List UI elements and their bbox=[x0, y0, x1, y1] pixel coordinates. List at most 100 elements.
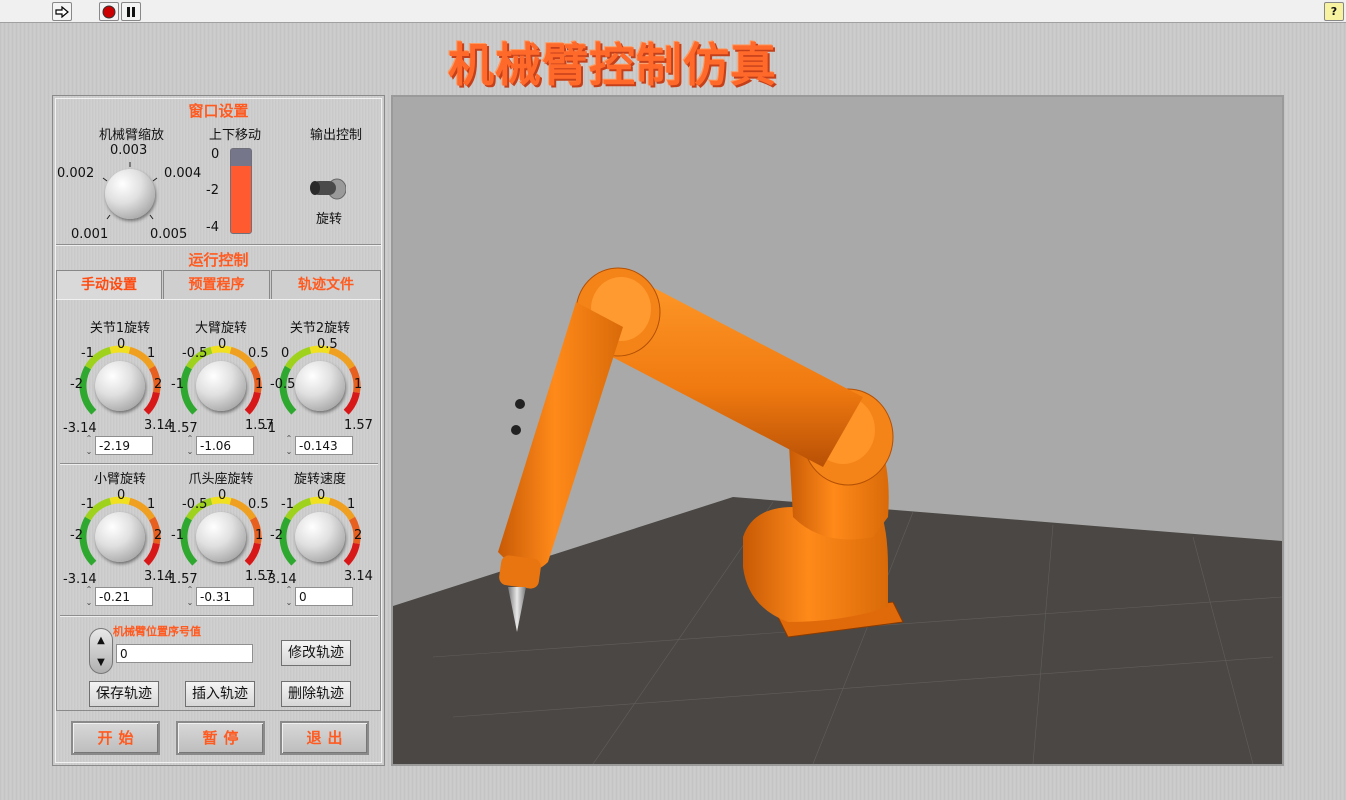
knob-tick: 0 bbox=[117, 337, 126, 352]
knob-tick: 0 bbox=[218, 488, 227, 503]
simulation-viewport[interactable] bbox=[391, 95, 1284, 766]
robot-arm-scene bbox=[393, 267, 1282, 764]
knob-tick: 1.57 bbox=[344, 418, 373, 433]
knob-tick: -2 bbox=[270, 528, 283, 543]
knob-tick: 0 bbox=[218, 337, 227, 352]
joint-knob[interactable] bbox=[196, 512, 246, 562]
position-index-label: 机械臂位置序号值 bbox=[113, 625, 201, 638]
value-spinner[interactable]: ⌃ ⌄ bbox=[83, 585, 95, 607]
knob-tick: 2 bbox=[354, 528, 363, 543]
knob-tick: -1 bbox=[281, 497, 294, 512]
joint-value-input[interactable]: -0.21 bbox=[95, 587, 153, 606]
delete-trajectory-button[interactable]: 删除轨迹 bbox=[281, 681, 351, 707]
page-title: 机械臂控制仿真 bbox=[448, 38, 777, 92]
knob-tick: -2 bbox=[70, 377, 83, 392]
knob-arc-segment bbox=[343, 391, 360, 415]
knob-arc-segment bbox=[244, 391, 261, 415]
value-spinner[interactable]: ⌃ ⌄ bbox=[83, 434, 95, 456]
knob-tick: 2 bbox=[154, 377, 163, 392]
knob-tick: 1 bbox=[147, 497, 156, 512]
value-spinner[interactable]: ⌃ ⌄ bbox=[184, 585, 196, 607]
output-toggle-switch[interactable] bbox=[306, 177, 346, 203]
joint-label: 爪头座旋转 bbox=[188, 472, 254, 487]
forearm bbox=[498, 302, 623, 571]
knob-tick: -1 bbox=[81, 497, 94, 512]
run-arrow-icon[interactable] bbox=[52, 2, 72, 21]
exit-button[interactable]: 退出 bbox=[280, 721, 369, 755]
zoom-knob[interactable] bbox=[105, 169, 155, 219]
value-spinner[interactable]: ⌃ ⌄ bbox=[184, 434, 196, 456]
knob-arc-segment bbox=[244, 542, 261, 566]
wrist bbox=[499, 555, 541, 589]
value-spinner[interactable]: ⌃ ⌄ bbox=[283, 434, 295, 456]
tab-preset[interactable]: 预置程序 bbox=[163, 270, 270, 300]
knob-tick: 1 bbox=[147, 346, 156, 361]
knob-tick: -2 bbox=[70, 528, 83, 543]
joint-knob[interactable] bbox=[95, 361, 145, 411]
knob-tick: -1 bbox=[171, 377, 184, 392]
joint-value-input[interactable]: -0.143 bbox=[295, 436, 353, 455]
knob-tick: 0.5 bbox=[317, 337, 338, 352]
tab-trajectory-file[interactable]: 轨迹文件 bbox=[271, 270, 381, 300]
knob-tick: -0.5 bbox=[270, 377, 296, 392]
output-switch-label: 旋转 bbox=[316, 212, 343, 227]
joint-value-input[interactable]: -1.06 bbox=[196, 436, 254, 455]
modify-trajectory-button[interactable]: 修改轨迹 bbox=[281, 640, 351, 666]
knob-tick: -0.5 bbox=[182, 497, 208, 512]
joint-value-input[interactable]: 0 bbox=[295, 587, 353, 606]
spin-down-icon[interactable]: ▼ bbox=[97, 657, 105, 668]
zoom-tick-1: 0.001 bbox=[71, 227, 109, 242]
help-button[interactable]: ? bbox=[1324, 2, 1344, 21]
position-index-input[interactable]: 0 bbox=[116, 644, 253, 663]
knob-arc-segment bbox=[180, 365, 198, 415]
joint-knob[interactable] bbox=[295, 361, 345, 411]
zoom-tick-3: 0.003 bbox=[110, 143, 148, 158]
joint-label: 大臂旋转 bbox=[194, 321, 247, 336]
knob-tick: 1 bbox=[255, 377, 264, 392]
joint-knob[interactable] bbox=[95, 512, 145, 562]
knob-tick: -1 bbox=[263, 421, 276, 436]
divider bbox=[60, 463, 378, 465]
window-settings-title: 窗口设置 bbox=[188, 102, 249, 120]
vertical-tick-4: -4 bbox=[206, 220, 219, 235]
zoom-tick-2: 0.002 bbox=[57, 166, 95, 181]
knob-tick: -1 bbox=[81, 346, 94, 361]
vertical-move-slider[interactable] bbox=[230, 148, 252, 234]
joint-knob[interactable] bbox=[295, 512, 345, 562]
joint-knob[interactable] bbox=[196, 361, 246, 411]
knob-arc-segment bbox=[143, 391, 160, 415]
knob-tick: 2 bbox=[154, 528, 163, 543]
output-control-label: 输出控制 bbox=[310, 128, 363, 143]
save-trajectory-button[interactable]: 保存轨迹 bbox=[89, 681, 159, 707]
zoom-tick-5: 0.005 bbox=[150, 227, 188, 242]
joint-value-input[interactable]: -2.19 bbox=[95, 436, 153, 455]
toolbar: ? bbox=[0, 0, 1346, 23]
knob-arc-segment bbox=[343, 542, 360, 566]
knob-tick: -1 bbox=[171, 528, 184, 543]
vertical-move-label: 上下移动 bbox=[209, 128, 262, 143]
knob-tick: -0.5 bbox=[182, 346, 208, 361]
knob-tick: 1 bbox=[347, 497, 356, 512]
divider bbox=[56, 244, 381, 246]
knob-arc-segment bbox=[180, 516, 198, 566]
position-index-spinner[interactable]: ▲ ▼ bbox=[89, 628, 113, 674]
knob-arc-segment bbox=[279, 516, 297, 566]
knob-tick: 0 bbox=[317, 488, 326, 503]
joint-value-input[interactable]: -0.31 bbox=[196, 587, 254, 606]
joint-label: 小臂旋转 bbox=[93, 472, 146, 487]
insert-trajectory-button[interactable]: 插入轨迹 bbox=[185, 681, 255, 707]
stop-icon[interactable] bbox=[99, 2, 119, 21]
start-button[interactable]: 开始 bbox=[71, 721, 160, 755]
tab-manual[interactable]: 手动设置 bbox=[56, 270, 162, 300]
zoom-label: 机械臂缩放 bbox=[99, 128, 165, 143]
spin-up-icon[interactable]: ▲ bbox=[97, 635, 105, 646]
knob-tick: 3.14 bbox=[344, 569, 373, 584]
knob-tick: 0.5 bbox=[248, 497, 269, 512]
run-control-title: 运行控制 bbox=[188, 251, 249, 269]
joint-label: 关节2旋转 bbox=[289, 321, 351, 336]
pause-button[interactable]: 暂停 bbox=[176, 721, 265, 755]
value-spinner[interactable]: ⌃ ⌄ bbox=[283, 585, 295, 607]
knob-tick: 1 bbox=[255, 528, 264, 543]
pause-icon[interactable] bbox=[121, 2, 141, 21]
knob-tick: 1 bbox=[354, 377, 363, 392]
